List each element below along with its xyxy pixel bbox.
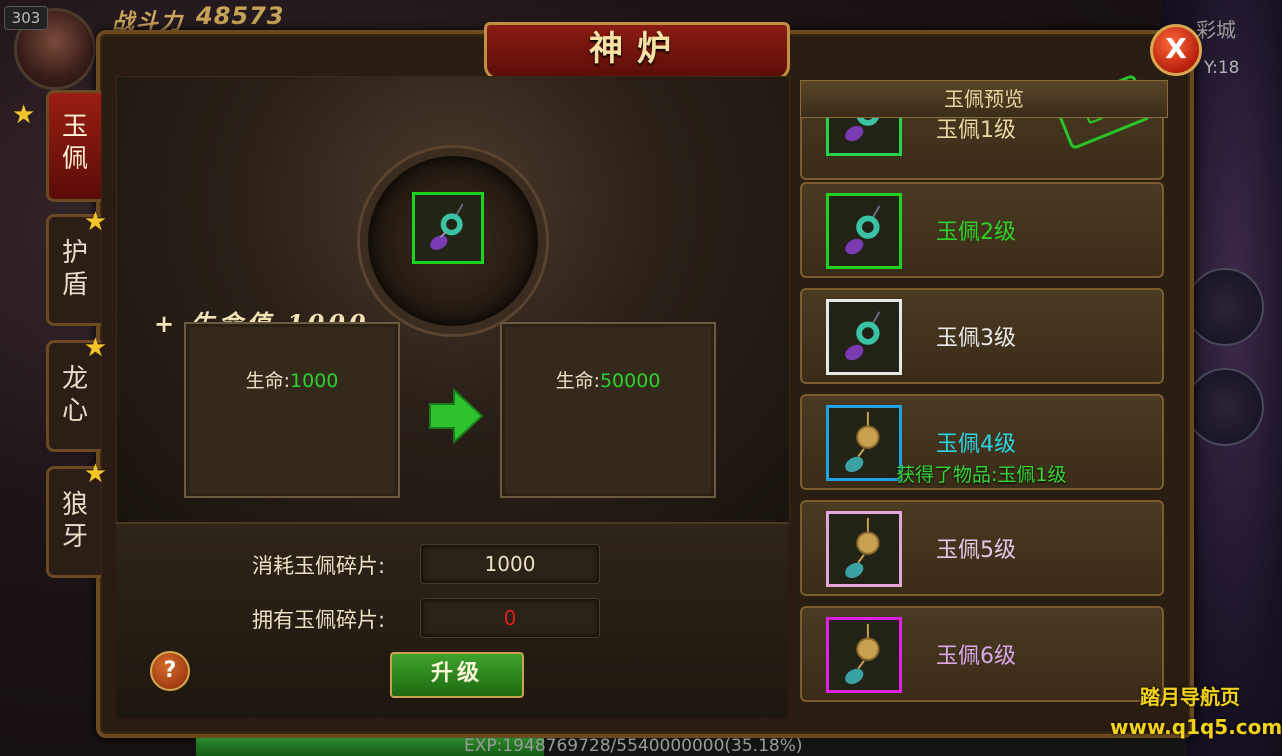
list-item[interactable]: 玉佩5级 xyxy=(800,500,1164,596)
item-name: 玉佩5级 xyxy=(936,538,1016,563)
stat-label: 生命: xyxy=(245,370,291,392)
combat-power-value: 48573 xyxy=(196,2,285,30)
jade-pendant-icon xyxy=(845,311,881,361)
skill-orb-button[interactable] xyxy=(1186,368,1264,446)
help-button[interactable]: ? xyxy=(150,651,190,691)
item-obtained-toast: 获得了物品:玉佩1级 xyxy=(896,464,1067,486)
consume-shards-value: 1000 xyxy=(420,544,600,584)
tab-jade-pendant[interactable]: 玉 佩 xyxy=(46,90,101,202)
stat-value: 50000 xyxy=(599,370,661,392)
watermark-title: 踏月导航页 xyxy=(1140,685,1240,709)
arrow-right-icon xyxy=(429,388,484,444)
stat-label: 生命: xyxy=(555,370,600,392)
next-stats-box: 生命:50000 xyxy=(500,322,716,498)
close-button[interactable]: X xyxy=(1150,24,1202,76)
jade-pendant-icon xyxy=(430,203,464,250)
owned-shards-label: 拥有玉佩碎片: xyxy=(252,608,386,632)
exp-text: EXP:1948769728/5540000000(35.18%) xyxy=(464,736,803,756)
jade-pendant-icon xyxy=(845,205,881,255)
tab-dragon-heart[interactable]: ★ 龙 心 xyxy=(46,333,107,452)
list-item[interactable]: 玉佩2级 xyxy=(800,182,1164,278)
site-watermark: 踏月导航页 www.q1q5.com xyxy=(1110,682,1282,742)
star-icon: ★ xyxy=(83,207,107,237)
map-city-name: 彩城 xyxy=(1196,18,1236,42)
current-stats-box: 生命:1000 xyxy=(184,322,400,498)
current-pendant-slot[interactable] xyxy=(412,192,484,264)
pendant-icon-frame xyxy=(826,617,902,693)
item-name: 玉佩6级 xyxy=(936,644,1016,669)
window-title-plate: 神炉 xyxy=(484,22,790,80)
gold-pendant-icon xyxy=(845,517,880,579)
pendant-icon-frame xyxy=(826,405,902,481)
gold-pendant-icon xyxy=(845,623,880,685)
skill-orb-button[interactable] xyxy=(1186,268,1264,346)
pendant-icon-frame xyxy=(826,299,902,375)
star-icon: ★ xyxy=(12,100,36,130)
consume-shards-label: 消耗玉佩碎片: xyxy=(252,554,386,578)
tab-label: 玉 佩 xyxy=(61,112,88,174)
item-name: 玉佩4级 xyxy=(936,432,1016,457)
tab-wolf-fang[interactable]: ★ 狼 牙 xyxy=(46,459,107,578)
gold-pendant-icon xyxy=(845,411,880,473)
tab-shield[interactable]: ★ 护 盾 xyxy=(46,207,107,326)
star-icon: ★ xyxy=(83,333,107,363)
player-level-badge: 303 xyxy=(4,6,48,30)
pendant-icon-frame xyxy=(826,193,902,269)
window-title: 神炉 xyxy=(589,29,685,69)
item-name: 玉佩3级 xyxy=(936,326,1016,351)
pendant-icon-frame xyxy=(826,511,902,587)
upgrade-button[interactable]: 升级 xyxy=(390,652,524,698)
stat-value: 1000 xyxy=(290,370,339,392)
watermark-url: www.q1q5.com xyxy=(1110,715,1282,739)
owned-shards-value: 0 xyxy=(420,598,600,638)
star-icon: ★ xyxy=(83,459,107,489)
item-name: 玉佩2级 xyxy=(936,220,1016,245)
preview-header: 玉佩预览 xyxy=(800,80,1168,118)
list-item[interactable]: 玉佩3级 xyxy=(800,288,1164,384)
map-coordinate: Y:18 xyxy=(1204,58,1240,78)
